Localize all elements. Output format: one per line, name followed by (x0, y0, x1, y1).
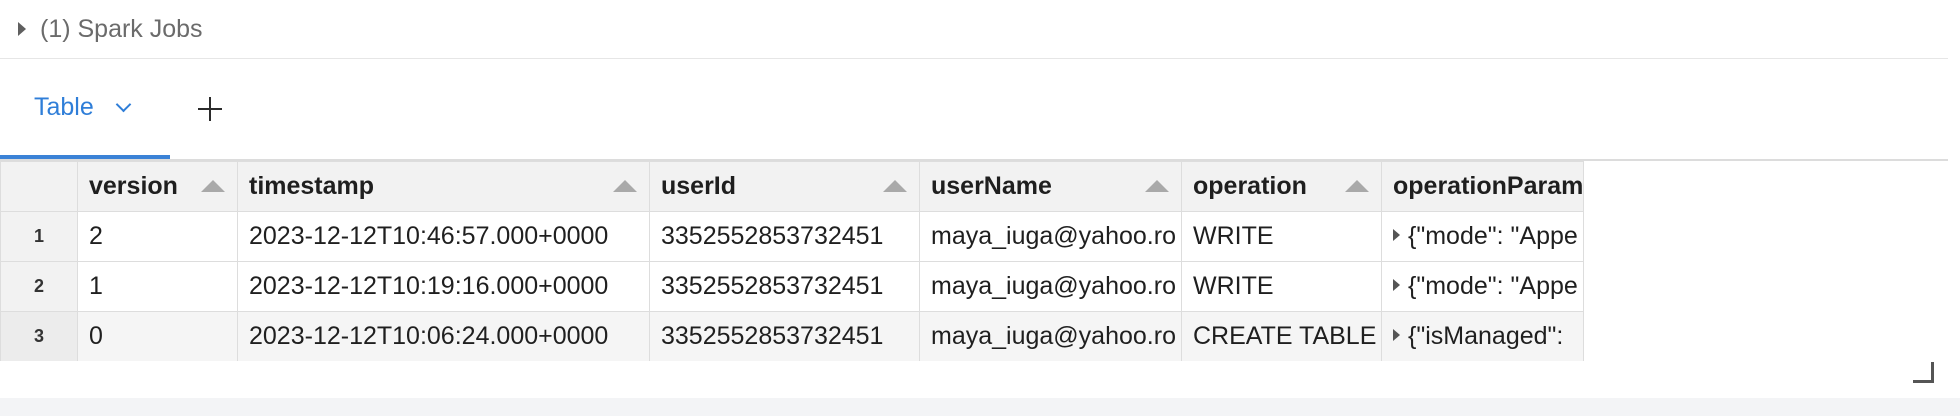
header-row: version timestamp userId userName operat… (0, 161, 1585, 212)
cell-username: maya_iuga@yahoo.ro (919, 311, 1182, 361)
table-row[interactable]: 1 2 2023-12-12T10:46:57.000+0000 3352552… (0, 211, 1585, 262)
cell-version: 2 (77, 211, 238, 262)
cell-timestamp: 2023-12-12T10:06:24.000+0000 (237, 311, 650, 361)
column-header-userid[interactable]: userId (649, 161, 920, 212)
spark-jobs-label: (1) Spark Jobs (40, 14, 203, 43)
column-header-operation[interactable]: operation (1181, 161, 1382, 212)
cell-userid: 3352552853732451 (649, 311, 920, 361)
resize-handle-icon[interactable] (1913, 362, 1934, 383)
column-header-label: timestamp (249, 172, 375, 200)
cell-operation-parameters-value: {"mode": "Appe (1408, 222, 1578, 250)
cell-operation: WRITE (1181, 261, 1382, 312)
spark-jobs-toggle[interactable]: (1) Spark Jobs (18, 15, 203, 44)
column-header-label: operationParam (1393, 172, 1584, 200)
results-table: version timestamp userId userName operat… (0, 161, 1585, 361)
expand-caret-icon[interactable] (1393, 229, 1400, 241)
table-row[interactable]: 2 1 2023-12-12T10:19:16.000+0000 3352552… (0, 261, 1585, 312)
cell-operation-parameters-value: {"isManaged": (1408, 322, 1564, 350)
sort-ascending-icon[interactable] (1345, 180, 1369, 192)
expand-caret-icon[interactable] (1393, 279, 1400, 291)
cell-timestamp: 2023-12-12T10:19:16.000+0000 (237, 261, 650, 312)
cell-timestamp: 2023-12-12T10:46:57.000+0000 (237, 211, 650, 262)
caret-right-icon (18, 22, 26, 36)
column-header-label: userName (931, 172, 1052, 200)
row-number: 3 (0, 311, 78, 361)
cell-version: 0 (77, 311, 238, 361)
row-number: 2 (0, 261, 78, 312)
tab-table[interactable]: Table (0, 59, 170, 159)
cell-operation: WRITE (1181, 211, 1382, 262)
sort-ascending-icon[interactable] (201, 180, 225, 192)
cell-operation-parameters-value: {"mode": "Appe (1408, 272, 1578, 300)
cell-userid: 3352552853732451 (649, 261, 920, 312)
cell-version: 1 (77, 261, 238, 312)
table-row[interactable]: 3 0 2023-12-12T10:06:24.000+0000 3352552… (0, 311, 1585, 361)
spark-jobs-bar: (1) Spark Jobs (0, 0, 1960, 58)
row-number-header (0, 161, 78, 212)
results-grid: version timestamp userId userName operat… (0, 161, 1948, 361)
cell-userid: 3352552853732451 (649, 211, 920, 262)
column-header-label: userId (661, 172, 737, 200)
sort-ascending-icon[interactable] (613, 180, 637, 192)
cell-operation-parameters: {"isManaged": (1380, 311, 1585, 361)
result-tabs: Table (0, 59, 1948, 161)
column-header-label: operation (1193, 172, 1307, 200)
column-header-version[interactable]: version (77, 161, 238, 212)
cell-operation: CREATE TABLE (1181, 311, 1382, 361)
tab-table-label: Table (34, 92, 94, 121)
cell-username: maya_iuga@yahoo.ro (919, 211, 1182, 262)
column-header-timestamp[interactable]: timestamp (237, 161, 650, 212)
column-header-username[interactable]: userName (919, 161, 1182, 212)
expand-caret-icon[interactable] (1393, 329, 1400, 341)
row-number: 1 (0, 211, 78, 262)
sort-ascending-icon[interactable] (1145, 180, 1169, 192)
cell-operation-parameters: {"mode": "Appe (1380, 261, 1585, 312)
cell-footer (0, 398, 1960, 416)
add-tab-button[interactable] (196, 95, 224, 123)
column-header-operation-parameters[interactable]: operationParam (1380, 161, 1585, 212)
cell-operation-parameters: {"mode": "Appe (1380, 211, 1585, 262)
cell-username: maya_iuga@yahoo.ro (919, 261, 1182, 312)
chevron-down-icon[interactable] (115, 96, 132, 112)
column-header-label: version (89, 172, 178, 200)
sort-ascending-icon[interactable] (883, 180, 907, 192)
results-card: Table version timestamp userId userName … (0, 58, 1948, 399)
